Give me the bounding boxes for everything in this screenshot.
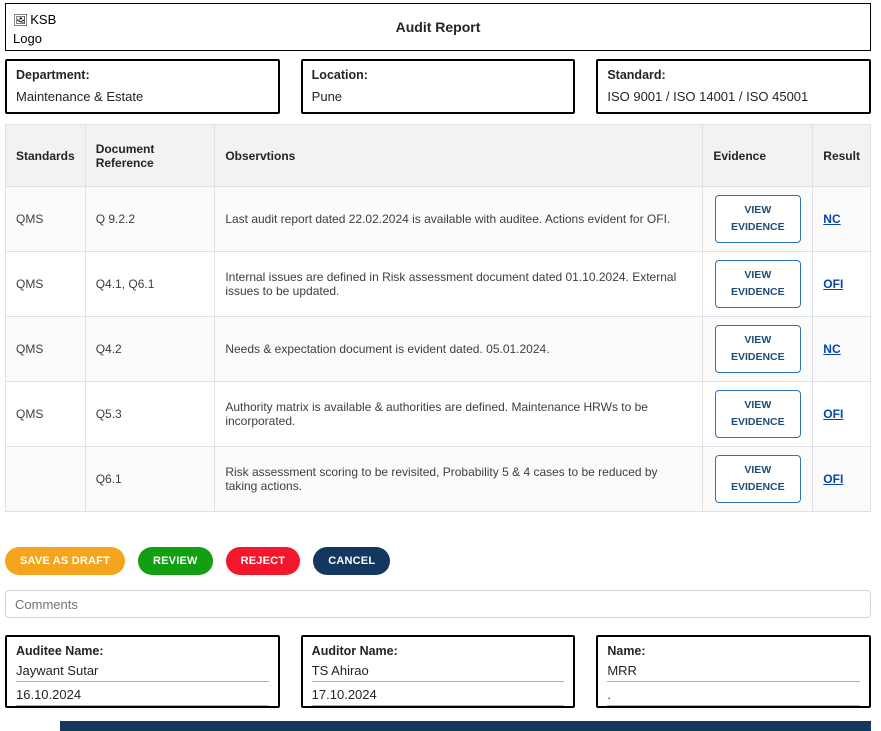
info-field-row: Department: Maintenance & Estate Locatio… xyxy=(5,59,871,114)
mrr-date-field[interactable]: . xyxy=(607,682,860,706)
auditee-name-label: Auditee Name: xyxy=(16,644,269,658)
report-header: 🖼KSB Logo Audit Report xyxy=(5,3,871,51)
review-button[interactable]: REVIEW xyxy=(138,547,213,575)
save-as-draft-button[interactable]: SAVE AS DRAFT xyxy=(5,547,125,575)
mrr-name-field[interactable]: MRR xyxy=(607,658,860,682)
header-standards: Standards xyxy=(6,125,86,187)
auditor-name-field[interactable]: TS Ahirao xyxy=(312,658,565,682)
cell-reference: Q6.1 xyxy=(85,447,215,512)
auditor-date-field[interactable]: 17.10.2024 xyxy=(312,682,565,706)
standard-value: ISO 9001 / ISO 14001 / ISO 45001 xyxy=(607,89,860,104)
department-field: Department: Maintenance & Estate xyxy=(5,59,280,114)
result-link[interactable]: NC xyxy=(823,212,840,226)
view-evidence-button[interactable]: VIEW EVIDENCE xyxy=(715,260,801,308)
cancel-button[interactable]: CANCEL xyxy=(313,547,390,575)
standard-label: Standard: xyxy=(607,68,860,82)
cell-observation: Needs & expectation document is evident … xyxy=(215,317,703,382)
auditee-date-field[interactable]: 16.10.2024 xyxy=(16,682,269,706)
table-row: QMS Q5.3 Authority matrix is available &… xyxy=(6,382,871,447)
cell-reference: Q5.3 xyxy=(85,382,215,447)
department-value: Maintenance & Estate xyxy=(16,89,269,104)
table-row: QMS Q4.1, Q6.1 Internal issues are defin… xyxy=(6,252,871,317)
cell-reference: Q4.1, Q6.1 xyxy=(85,252,215,317)
cell-standard: QMS xyxy=(6,317,86,382)
view-evidence-button[interactable]: VIEW EVIDENCE xyxy=(715,195,801,243)
audit-report-page: 🖼KSB Logo Audit Report Department: Maint… xyxy=(5,0,871,731)
mrr-signature-box: Name: MRR . xyxy=(596,635,871,708)
view-evidence-button[interactable]: VIEW EVIDENCE xyxy=(715,390,801,438)
header-result: Result xyxy=(813,125,871,187)
cell-reference: Q4.2 xyxy=(85,317,215,382)
cell-standard: QMS xyxy=(6,382,86,447)
comments-input[interactable] xyxy=(5,590,871,618)
location-field: Location: Pune xyxy=(301,59,576,114)
cell-standard xyxy=(6,447,86,512)
reject-button[interactable]: REJECT xyxy=(226,547,301,575)
ksb-logo: 🖼KSB Logo xyxy=(13,11,75,49)
cell-observation: Risk assessment scoring to be revisited,… xyxy=(215,447,703,512)
header-document-reference: Document Reference xyxy=(85,125,215,187)
location-label: Location: xyxy=(312,68,565,82)
auditee-signature-box: Auditee Name: Jaywant Sutar 16.10.2024 xyxy=(5,635,280,708)
signature-row: Auditee Name: Jaywant Sutar 16.10.2024 A… xyxy=(5,635,871,708)
findings-table: Standards Document Reference Observtions… xyxy=(5,124,871,512)
action-button-row: SAVE AS DRAFT REVIEW REJECT CANCEL xyxy=(5,547,871,575)
table-row: QMS Q4.2 Needs & expectation document is… xyxy=(6,317,871,382)
result-link[interactable]: OFI xyxy=(823,407,843,421)
standard-field: Standard: ISO 9001 / ISO 14001 / ISO 450… xyxy=(596,59,871,114)
table-row: Q6.1 Risk assessment scoring to be revis… xyxy=(6,447,871,512)
findings-table-header: Standards Document Reference Observtions… xyxy=(6,125,871,187)
view-evidence-button[interactable]: VIEW EVIDENCE xyxy=(715,325,801,373)
result-link[interactable]: OFI xyxy=(823,472,843,486)
department-label: Department: xyxy=(16,68,269,82)
table-row: QMS Q 9.2.2 Last audit report dated 22.0… xyxy=(6,187,871,252)
auditee-name-field[interactable]: Jaywant Sutar xyxy=(16,658,269,682)
mrr-name-label: Name: xyxy=(607,644,860,658)
cell-reference: Q 9.2.2 xyxy=(85,187,215,252)
header-evidence: Evidence xyxy=(703,125,813,187)
header-observations: Observtions xyxy=(215,125,703,187)
auditor-signature-box: Auditor Name: TS Ahirao 17.10.2024 xyxy=(301,635,576,708)
broken-image-icon: 🖼 xyxy=(13,13,28,27)
page-title: Audit Report xyxy=(396,19,481,35)
cell-standard: QMS xyxy=(6,187,86,252)
location-value: Pune xyxy=(312,89,565,104)
result-link[interactable]: NC xyxy=(823,342,840,356)
cell-observation: Internal issues are defined in Risk asse… xyxy=(215,252,703,317)
view-evidence-button[interactable]: VIEW EVIDENCE xyxy=(715,455,801,503)
auditor-name-label: Auditor Name: xyxy=(312,644,565,658)
cell-observation: Last audit report dated 22.02.2024 is av… xyxy=(215,187,703,252)
cell-observation: Authority matrix is available & authorit… xyxy=(215,382,703,447)
cell-standard: QMS xyxy=(6,252,86,317)
result-link[interactable]: OFI xyxy=(823,277,843,291)
